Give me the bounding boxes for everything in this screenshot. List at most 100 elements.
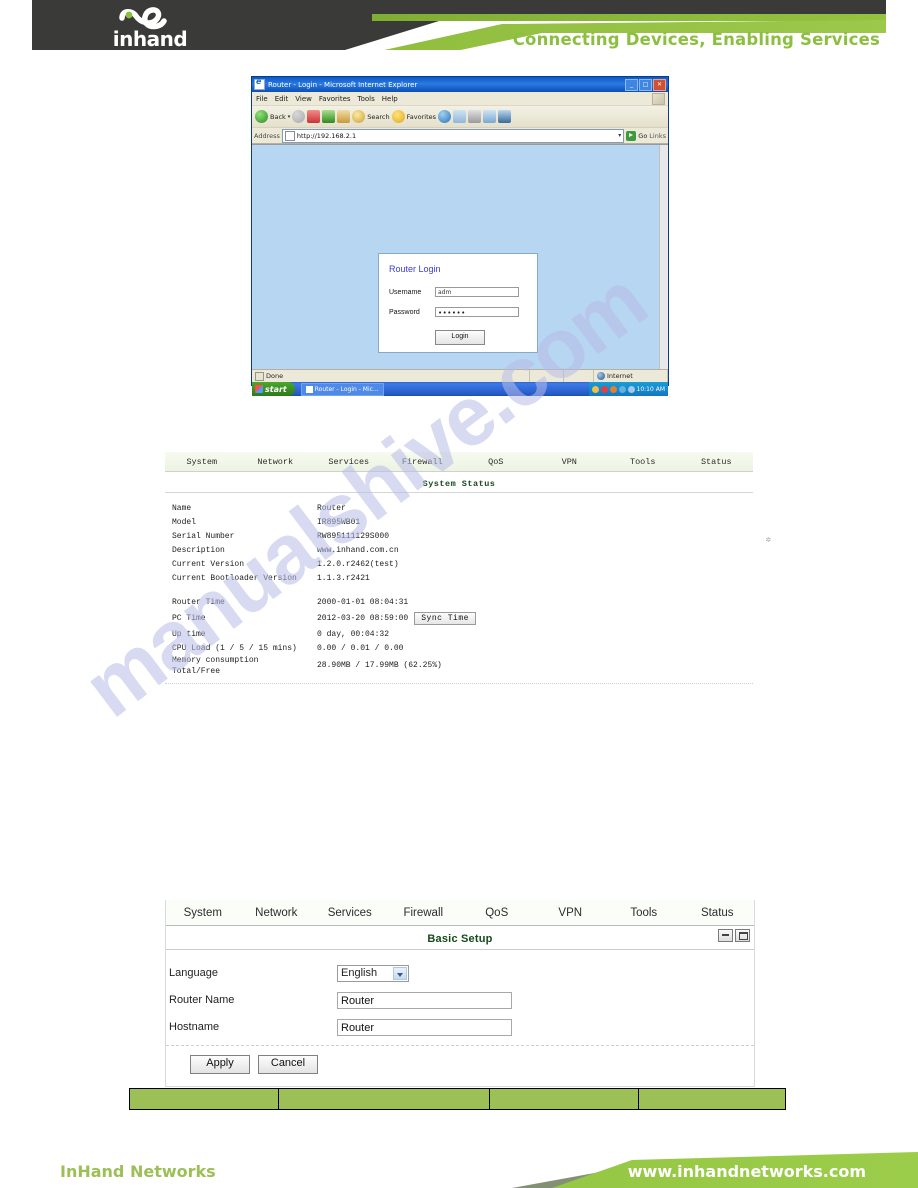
refresh-icon[interactable] bbox=[322, 110, 336, 123]
address-label: Address bbox=[254, 131, 280, 140]
tab-system[interactable]: System bbox=[165, 457, 239, 467]
status-key-router-time: Router Time bbox=[172, 597, 225, 607]
setup-tab-firewall[interactable]: Firewall bbox=[387, 907, 461, 919]
cancel-button[interactable]: Cancel bbox=[258, 1055, 318, 1074]
close-button[interactable]: ✕ bbox=[653, 78, 666, 91]
tab-tools[interactable]: Tools bbox=[606, 457, 680, 467]
tab-vpn[interactable]: VPN bbox=[533, 457, 607, 467]
setup-panel-tabs[interactable]: System Network Services Firewall QoS VPN… bbox=[166, 900, 754, 926]
menu-view[interactable]: View bbox=[295, 95, 312, 103]
setup-panel-window-controls[interactable] bbox=[718, 929, 750, 942]
router-name-input[interactable]: Router bbox=[337, 991, 512, 1009]
tab-qos[interactable]: QoS bbox=[459, 457, 533, 467]
forward-arrow-icon[interactable] bbox=[292, 110, 306, 123]
router-name-label: Router Name bbox=[169, 994, 235, 1006]
minimize-icon[interactable] bbox=[718, 929, 733, 942]
status-key-bootloader: Current Bootloader Version bbox=[172, 573, 297, 583]
menu-tools[interactable]: Tools bbox=[358, 95, 375, 103]
apply-button[interactable]: Apply bbox=[190, 1055, 250, 1074]
browser-toolbar[interactable]: Back ▾ Search Favorites bbox=[252, 106, 668, 128]
setup-tab-system[interactable]: System bbox=[166, 907, 240, 919]
restore-icon[interactable] bbox=[735, 929, 750, 942]
router-login-box: Router Login Username adm Password •••••… bbox=[378, 253, 538, 353]
setup-tab-status[interactable]: Status bbox=[681, 907, 755, 919]
hostname-input[interactable]: Router bbox=[337, 1018, 512, 1036]
login-title: Router Login bbox=[389, 264, 441, 274]
menu-edit[interactable]: Edit bbox=[275, 95, 289, 103]
status-message: Done bbox=[252, 370, 530, 382]
vertical-scrollbar[interactable] bbox=[659, 145, 668, 369]
status-value-description: www.inhand.com.cn bbox=[317, 545, 399, 555]
page-header: inhand Connecting Devices, Enabling Serv… bbox=[32, 0, 886, 62]
status-panel-title: System Status bbox=[422, 479, 496, 489]
setup-form-divider bbox=[166, 1045, 754, 1046]
favorites-star-icon bbox=[391, 110, 405, 123]
system-status-panel: System Network Services Firewall QoS VPN… bbox=[165, 452, 771, 690]
back-button[interactable]: Back ▾ bbox=[255, 110, 290, 123]
favorites-button[interactable]: Favorites bbox=[391, 110, 436, 123]
setup-tab-services[interactable]: Services bbox=[313, 907, 387, 919]
minimize-button[interactable]: _ bbox=[625, 78, 638, 91]
taskbar-task-button[interactable]: Router - Login - Mic... bbox=[300, 382, 384, 396]
start-button[interactable]: start bbox=[252, 382, 295, 396]
tray-volume-icon[interactable] bbox=[627, 385, 635, 393]
tray-shield-icon[interactable] bbox=[591, 385, 599, 393]
login-button[interactable]: Login bbox=[435, 330, 485, 345]
menu-favorites[interactable]: Favorites bbox=[319, 95, 351, 103]
chevron-down-icon[interactable] bbox=[393, 966, 407, 980]
tab-firewall[interactable]: Firewall bbox=[386, 457, 460, 467]
browser-address-bar[interactable]: Address http://192.168.2.1 ▾ Go Links bbox=[252, 128, 668, 144]
tray-antivirus-icon[interactable] bbox=[600, 385, 608, 393]
history-icon[interactable] bbox=[453, 110, 467, 123]
status-value-memory: 28.90MB / 17.99MB (62.25%) bbox=[317, 661, 442, 670]
address-input[interactable]: http://192.168.2.1 ▾ bbox=[281, 128, 625, 143]
print-icon[interactable] bbox=[468, 110, 482, 123]
tab-services[interactable]: Services bbox=[312, 457, 386, 467]
security-zone-text: Internet bbox=[607, 372, 633, 380]
links-button[interactable]: Links bbox=[649, 132, 666, 140]
address-dropdown-icon[interactable]: ▾ bbox=[618, 132, 623, 139]
setup-tab-qos[interactable]: QoS bbox=[460, 907, 534, 919]
security-zone: Internet bbox=[594, 370, 668, 382]
menu-help[interactable]: Help bbox=[382, 95, 398, 103]
sync-time-button[interactable]: Sync Time bbox=[414, 611, 476, 625]
back-label: Back bbox=[270, 112, 286, 121]
setup-tab-vpn[interactable]: VPN bbox=[534, 907, 608, 919]
go-button[interactable]: Go bbox=[626, 130, 648, 141]
tab-network[interactable]: Network bbox=[239, 457, 313, 467]
media-icon[interactable] bbox=[438, 110, 452, 123]
messenger-icon[interactable] bbox=[498, 110, 512, 123]
password-input[interactable]: •••••• bbox=[435, 307, 519, 317]
username-input[interactable]: adm bbox=[435, 287, 519, 297]
stop-icon[interactable] bbox=[307, 110, 321, 123]
start-label: start bbox=[265, 384, 287, 394]
system-tray[interactable]: 10:10 AM bbox=[588, 382, 668, 396]
home-icon[interactable] bbox=[337, 110, 351, 123]
setup-tab-tools[interactable]: Tools bbox=[607, 907, 681, 919]
language-select[interactable]: English bbox=[337, 964, 409, 982]
status-key-model: Model bbox=[172, 517, 197, 527]
status-row-bootloader: Current Bootloader Version 1.1.3.r2421 bbox=[165, 571, 753, 585]
taskbar-task-label: Router - Login - Mic... bbox=[314, 385, 379, 393]
setup-tab-network[interactable]: Network bbox=[240, 907, 314, 919]
browser-window-title: Router - Login - Microsoft Internet Expl… bbox=[268, 80, 418, 89]
search-button[interactable]: Search bbox=[352, 110, 390, 123]
window-controls[interactable]: _ □ ✕ bbox=[625, 78, 666, 91]
go-label: Go bbox=[638, 131, 648, 140]
browser-statusbar: Done Internet bbox=[252, 369, 668, 382]
maximize-button[interactable]: □ bbox=[639, 78, 652, 91]
status-panel-divider bbox=[165, 683, 753, 684]
green-table-cell-4 bbox=[639, 1089, 785, 1109]
menu-file[interactable]: File bbox=[256, 95, 268, 103]
done-page-icon bbox=[255, 371, 264, 381]
browser-menubar[interactable]: File Edit View Favorites Tools Help bbox=[252, 92, 668, 106]
status-key-cpu-load: CPU Load (1 / 5 / 15 mins) bbox=[172, 643, 297, 653]
tab-status[interactable]: Status bbox=[680, 457, 754, 467]
status-panel-tabs[interactable]: System Network Services Firewall QoS VPN… bbox=[165, 452, 753, 472]
tray-network-icon[interactable] bbox=[618, 385, 626, 393]
back-dropdown-icon[interactable]: ▾ bbox=[288, 114, 291, 120]
tray-update-icon[interactable] bbox=[609, 385, 617, 393]
green-table-cell-3 bbox=[490, 1089, 639, 1109]
edit-icon[interactable] bbox=[483, 110, 497, 123]
green-table-cell-2 bbox=[279, 1089, 490, 1109]
